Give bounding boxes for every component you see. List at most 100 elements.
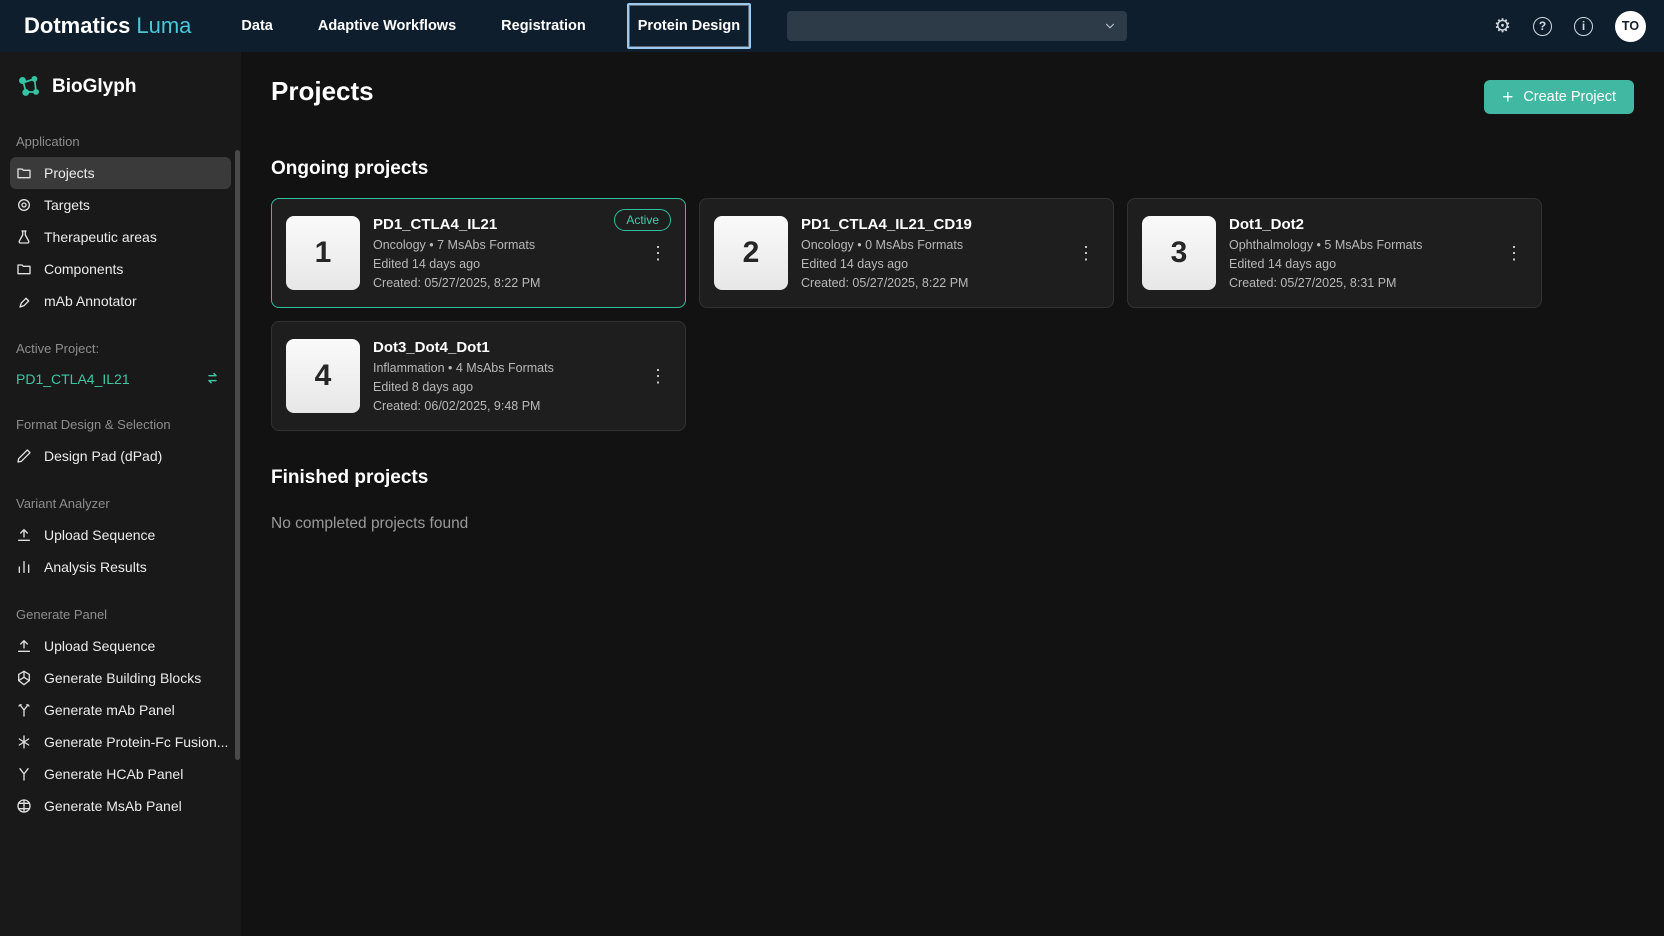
swap-project-icon[interactable] <box>204 370 221 387</box>
nav-item-data[interactable]: Data <box>237 3 276 49</box>
msab-icon <box>16 798 32 814</box>
sidebar-item-projects[interactable]: Projects <box>10 157 231 189</box>
sidebar-item-label: Generate HCAb Panel <box>44 766 183 782</box>
sidebar-item-label: Design Pad (dPad) <box>44 448 162 464</box>
sidebar-scrollbar-thumb[interactable] <box>235 150 240 760</box>
active-project-name: PD1_CTLA4_IL21 <box>16 371 130 387</box>
sidebar-item-label: Upload Sequence <box>44 638 155 654</box>
no-finished-projects-text: No completed projects found <box>271 515 1634 533</box>
app-name: BioGlyph <box>52 76 136 98</box>
nav-item-registration[interactable]: Registration <box>497 3 590 49</box>
sidebar-item-generate-msab-panel[interactable]: Generate MsAb Panel <box>10 790 231 822</box>
sidebar-item-label: Targets <box>44 197 90 213</box>
kebab-menu-icon[interactable]: ⋮ <box>1495 238 1533 268</box>
topbar-actions: ⚙ ? i TO <box>1494 11 1646 42</box>
flask-icon <box>16 229 32 245</box>
project-meta: Oncology • 0 MsAbs Formats <box>801 238 972 252</box>
nav-item-protein-design[interactable]: Protein Design <box>627 3 751 49</box>
project-meta: Ophthalmology • 5 MsAbs Formats <box>1229 238 1422 252</box>
section-label-application: Application <box>16 134 225 149</box>
active-project-label: Active Project: <box>16 341 225 356</box>
sidebar-item-analysis-results[interactable]: Analysis Results <box>10 551 231 583</box>
molecule-logo-icon <box>16 74 42 100</box>
antibody-icon <box>16 766 32 782</box>
info-icon[interactable]: i <box>1574 17 1593 36</box>
finished-projects-heading: Finished projects <box>271 467 1634 489</box>
project-card-pd1-ctla4-il21[interactable]: 1 PD1_CTLA4_IL21 Oncology • 7 MsAbs Form… <box>271 198 686 308</box>
sidebar-item-label: Projects <box>44 165 95 181</box>
topbar: Dotmatics Luma Data Adaptive Workflows R… <box>0 0 1664 52</box>
project-name: PD1_CTLA4_IL21_CD19 <box>801 216 972 233</box>
sidebar-item-upload-sequence-generate[interactable]: Upload Sequence <box>10 630 231 662</box>
nav-item-adaptive-workflows[interactable]: Adaptive Workflows <box>314 3 460 49</box>
active-project-row: PD1_CTLA4_IL21 <box>10 364 231 393</box>
sidebar-item-label: Generate Building Blocks <box>44 670 201 686</box>
project-edited: Edited 14 days ago <box>373 257 540 271</box>
sidebar-item-label: Analysis Results <box>44 559 147 575</box>
sidebar-scrollbar-track <box>235 52 240 936</box>
section-label-variant-analyzer: Variant Analyzer <box>16 496 225 511</box>
project-number-tile: 1 <box>286 216 360 290</box>
page-title: Projects <box>271 76 374 107</box>
project-card-dot3-dot4-dot1[interactable]: 4 Dot3_Dot4_Dot1 Inflammation • 4 MsAbs … <box>271 321 686 431</box>
section-label-generate-panel: Generate Panel <box>16 607 225 622</box>
sidebar-item-label: Generate Protein-Fc Fusion... <box>44 734 228 750</box>
project-name: Dot1_Dot2 <box>1229 216 1422 233</box>
section-label-format-design: Format Design & Selection <box>16 417 225 432</box>
sidebar-item-generate-hcab-panel[interactable]: Generate HCAb Panel <box>10 758 231 790</box>
bar-chart-icon <box>16 559 32 575</box>
project-created: Created: 05/27/2025, 8:31 PM <box>1229 276 1422 290</box>
brand-secondary: Luma <box>136 13 191 39</box>
project-edited: Edited 14 days ago <box>1229 257 1422 271</box>
fusion-icon <box>16 734 32 750</box>
plus-icon: + <box>1502 88 1513 107</box>
top-navigation: Data Adaptive Workflows Registration Pro… <box>237 0 751 52</box>
user-avatar[interactable]: TO <box>1615 11 1646 42</box>
project-meta: Inflammation • 4 MsAbs Formats <box>373 361 554 375</box>
target-icon <box>16 197 32 213</box>
kebab-menu-icon[interactable]: ⋮ <box>639 361 677 391</box>
project-card-pd1-ctla4-il21-cd19[interactable]: 2 PD1_CTLA4_IL21_CD19 Oncology • 0 MsAbs… <box>699 198 1114 308</box>
sidebar-item-upload-sequence-variant[interactable]: Upload Sequence <box>10 519 231 551</box>
create-project-button[interactable]: + Create Project <box>1484 80 1634 114</box>
project-number-tile: 4 <box>286 339 360 413</box>
project-name: Dot3_Dot4_Dot1 <box>373 339 554 356</box>
sidebar: BioGlyph Application Projects Targets Th… <box>0 52 241 936</box>
bioglyph-header: BioGlyph <box>16 74 227 100</box>
kebab-menu-icon[interactable]: ⋮ <box>639 238 677 268</box>
project-number-tile: 3 <box>1142 216 1216 290</box>
sidebar-item-mab-annotator[interactable]: mAb Annotator <box>10 285 231 317</box>
project-meta: Oncology • 7 MsAbs Formats <box>373 238 540 252</box>
project-created: Created: 05/27/2025, 8:22 PM <box>801 276 972 290</box>
folder-icon <box>16 261 32 277</box>
brand-primary: Dotmatics <box>24 13 130 39</box>
project-edited: Edited 14 days ago <box>801 257 972 271</box>
project-created: Created: 05/27/2025, 8:22 PM <box>373 276 540 290</box>
sidebar-item-design-pad[interactable]: Design Pad (dPad) <box>10 440 231 472</box>
sidebar-item-label: Upload Sequence <box>44 527 155 543</box>
project-edited: Edited 8 days ago <box>373 380 554 394</box>
gear-icon[interactable]: ⚙ <box>1494 17 1511 36</box>
sidebar-item-therapeutic-areas[interactable]: Therapeutic areas <box>10 221 231 253</box>
project-card-dot1-dot2[interactable]: 3 Dot1_Dot2 Ophthalmology • 5 MsAbs Form… <box>1127 198 1542 308</box>
upload-icon <box>16 527 32 543</box>
hexagon-icon <box>16 670 32 686</box>
chevron-down-icon <box>1103 19 1117 33</box>
project-created: Created: 06/02/2025, 9:48 PM <box>373 399 554 413</box>
kebab-menu-icon[interactable]: ⋮ <box>1067 238 1105 268</box>
project-selector-dropdown[interactable] <box>787 11 1127 41</box>
sidebar-item-components[interactable]: Components <box>10 253 231 285</box>
main-content: Projects + Create Project Ongoing projec… <box>241 52 1664 936</box>
project-name: PD1_CTLA4_IL21 <box>373 216 540 233</box>
projects-grid: 1 PD1_CTLA4_IL21 Oncology • 7 MsAbs Form… <box>271 198 1634 431</box>
sidebar-item-label: Components <box>44 261 123 277</box>
sidebar-item-generate-mab-panel[interactable]: Generate mAb Panel <box>10 694 231 726</box>
sidebar-item-label: Generate mAb Panel <box>44 702 175 718</box>
sidebar-item-generate-building-blocks[interactable]: Generate Building Blocks <box>10 662 231 694</box>
sidebar-item-generate-protein-fc-fusion[interactable]: Generate Protein-Fc Fusion... <box>10 726 231 758</box>
app-logo: Dotmatics Luma <box>24 13 191 39</box>
sidebar-item-targets[interactable]: Targets <box>10 189 231 221</box>
antibody-icon <box>16 702 32 718</box>
help-icon[interactable]: ? <box>1533 17 1552 36</box>
pencil-icon <box>16 448 32 464</box>
